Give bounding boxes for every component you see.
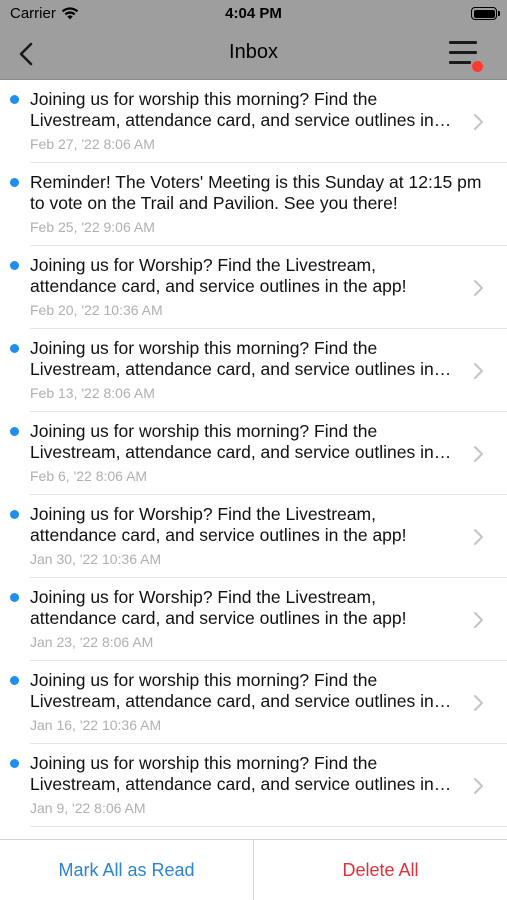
message-text: Joining us for worship this morning? Fin… <box>30 421 434 462</box>
message-text: Joining us for worship this morning? Fin… <box>30 89 434 130</box>
unread-indicator <box>10 261 19 270</box>
message-text: Reminder! The Voters' Meeting is this Su… <box>30 172 482 213</box>
message-date: Jan 9, '22 8:06 AM <box>30 800 146 816</box>
chevron-right-icon <box>474 612 483 628</box>
navigation-bar: Inbox <box>0 28 507 80</box>
unread-indicator <box>10 593 19 602</box>
chevron-right-icon <box>474 446 483 462</box>
message-date: Feb 20, '22 10:36 AM <box>30 302 163 318</box>
message-date: Jan 16, '22 10:36 AM <box>30 717 162 733</box>
hamburger-menu-icon <box>449 41 477 44</box>
message-date: Feb 27, '22 8:06 AM <box>30 136 155 152</box>
message-text: Joining us for Worship? Find the Livestr… <box>30 504 407 545</box>
chevron-right-icon <box>474 114 483 130</box>
page-title: Inbox <box>229 41 278 63</box>
unread-indicator <box>10 759 19 768</box>
message-text: Joining us for worship this morning? Fin… <box>30 753 434 794</box>
unread-indicator <box>10 427 19 436</box>
battery-icon <box>471 7 500 20</box>
status-time: 4:04 PM <box>225 5 282 22</box>
chevron-right-icon <box>474 778 483 794</box>
message-text: Joining us for Worship? Find the Livestr… <box>30 587 407 628</box>
message-date: Jan 23, '22 8:06 AM <box>30 634 154 650</box>
unread-indicator <box>10 510 19 519</box>
message-row[interactable]: Joining us for worship this morning? Fin… <box>0 329 507 412</box>
message-row[interactable]: Joining us for worship this morning? Fin… <box>0 661 507 744</box>
message-text: Joining us for worship this morning? Fin… <box>30 670 434 711</box>
back-button[interactable] <box>8 36 44 72</box>
hamburger-line <box>449 61 471 64</box>
message-row[interactable]: Joining us for Worship? Find the Livestr… <box>0 246 507 329</box>
status-bar: Carrier 4:04 PM <box>0 0 507 28</box>
chevron-right-icon <box>474 363 483 379</box>
message-date: Feb 13, '22 8:06 AM <box>30 385 155 401</box>
chevron-right-icon <box>474 280 483 296</box>
message-row[interactable]: Joining us for Worship? Find the Livestr… <box>0 578 507 661</box>
chevron-left-icon <box>19 42 33 66</box>
bottom-action-bar: Mark All as Read Delete All <box>0 839 507 900</box>
unread-indicator <box>10 178 19 187</box>
inbox-list[interactable]: Joining us for worship this morning? Fin… <box>0 80 507 839</box>
delete-all-button[interactable]: Delete All <box>254 840 507 900</box>
message-text: Joining us for Worship? Find the Livestr… <box>30 255 407 296</box>
message-date: Jan 30, '22 10:36 AM <box>30 551 162 567</box>
message-date: Feb 6, '22 8:06 AM <box>30 468 148 484</box>
message-row[interactable]: Joining us for worship this morning? Fin… <box>0 744 507 827</box>
message-row[interactable]: Reminder! The Voters' Meeting is this Su… <box>0 163 507 246</box>
message-text: Joining us for worship this morning? Fin… <box>30 338 434 379</box>
menu-button[interactable] <box>445 38 483 72</box>
chevron-right-icon <box>474 529 483 545</box>
unread-indicator <box>10 95 19 104</box>
message-row[interactable]: Joining us for worship this morning? Fin… <box>0 80 507 163</box>
unread-indicator <box>10 676 19 685</box>
message-date: Feb 25, '22 9:06 AM <box>30 219 155 235</box>
message-row[interactable]: Joining us for Worship? Find the Livestr… <box>0 495 507 578</box>
row-separator <box>30 826 507 827</box>
mark-all-read-button[interactable]: Mark All as Read <box>0 840 253 900</box>
notification-badge <box>472 61 483 72</box>
chevron-right-icon <box>474 695 483 711</box>
message-row[interactable]: Joining us for worship this morning? Fin… <box>0 412 507 495</box>
hamburger-line <box>449 51 477 54</box>
unread-indicator <box>10 344 19 353</box>
